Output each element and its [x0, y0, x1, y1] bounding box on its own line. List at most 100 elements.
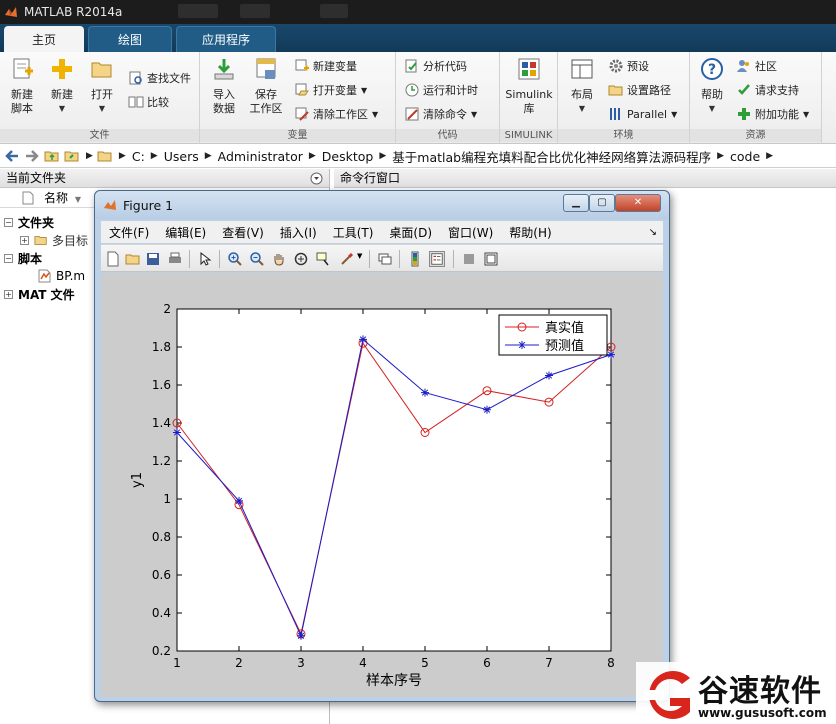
forward-arrow-icon[interactable]	[24, 148, 40, 164]
brand-logo-icon	[644, 671, 690, 719]
help-button[interactable]: ? 帮助 ▼	[694, 56, 730, 116]
preferences-button[interactable]: 预设	[608, 56, 649, 76]
menu-window[interactable]: 窗口(W)	[448, 224, 493, 241]
legend[interactable]: 真实值预测值	[498, 314, 608, 356]
dropdown-arrow-icon: ▼	[708, 104, 716, 113]
dropdown-arrow-icon[interactable]: ▼	[357, 252, 362, 260]
menu-file[interactable]: 文件(F)	[109, 224, 149, 241]
collapse-icon[interactable]: −	[4, 253, 13, 263]
new-button[interactable]: 新建 ▼	[44, 56, 80, 116]
parallel-button[interactable]: Parallel ▼	[608, 104, 677, 124]
breadcrumb-item[interactable]: Administrator	[218, 149, 303, 164]
close-button[interactable]: ✕	[615, 194, 661, 212]
new-figure-icon[interactable]	[105, 251, 121, 267]
script-item[interactable]: BP.m	[38, 267, 85, 285]
separator-icon: ▶	[86, 151, 93, 161]
button-label: 运行和计时	[423, 84, 478, 97]
expand-icon[interactable]: +	[20, 235, 29, 245]
folder-item[interactable]: + 多目标	[20, 231, 88, 249]
breadcrumb-item[interactable]: 基于matlab编程充填料配合比优化神经网络算法源码程序	[392, 147, 711, 166]
button-label: 导入	[213, 88, 235, 101]
maximize-button[interactable]: ▢	[589, 194, 615, 212]
button-label: 新建	[11, 88, 33, 101]
matlab-logo-icon	[104, 200, 116, 210]
zoom-in-icon[interactable]	[227, 251, 243, 267]
dock-arrow-icon[interactable]: ↘	[649, 227, 657, 238]
breadcrumb-item[interactable]: code	[730, 149, 760, 164]
x-tick-label: 3	[297, 656, 305, 670]
button-label: 查找文件	[147, 72, 191, 85]
tab-apps[interactable]: 应用程序	[176, 26, 276, 52]
line-chart[interactable]: 0.2 0.4 0.6 0.8 1 1.2 1.4 1.6 1.8 2 1 2 3 4 5 6 7 8 样本序号…	[101, 273, 663, 697]
breadcrumb-separator: ▶	[204, 151, 212, 161]
expand-icon[interactable]: +	[4, 289, 13, 299]
x-tick-label: 2	[235, 656, 243, 670]
breadcrumb-item[interactable]: C:	[132, 149, 145, 164]
open-variable-button[interactable]: 打开变量 ▼	[294, 80, 367, 100]
figure-title-bar[interactable]: Figure 1 ▁ ▢ ✕	[95, 191, 669, 219]
hide-plot-tools-icon[interactable]	[461, 251, 477, 267]
open-file-icon[interactable]	[125, 251, 141, 267]
tree-node-folders[interactable]: − 文件夹	[4, 213, 54, 231]
clear-workspace-button[interactable]: 清除工作区 ▼	[294, 104, 378, 124]
tab-label: 主页	[31, 32, 56, 47]
data-cursor-icon[interactable]	[315, 251, 331, 267]
figure-canvas[interactable]: 0.2 0.4 0.6 0.8 1 1.2 1.4 1.6 1.8 2 1 2 3 4 5 6 7 8 样本序号…	[101, 273, 663, 697]
browse-folder-icon[interactable]	[64, 148, 80, 164]
find-files-button[interactable]: 查找文件	[128, 68, 191, 88]
analyze-code-button[interactable]: 分析代码	[404, 56, 467, 76]
run-and-time-button[interactable]: 运行和计时	[404, 80, 478, 100]
new-variable-button[interactable]: 新建变量	[294, 56, 357, 76]
up-folder-icon[interactable]	[44, 148, 60, 164]
menu-help[interactable]: 帮助(H)	[509, 224, 551, 241]
menu-desktop[interactable]: 桌面(D)	[389, 224, 432, 241]
menu-edit[interactable]: 编辑(E)	[165, 224, 206, 241]
print-icon[interactable]	[167, 251, 183, 267]
request-support-button[interactable]: 请求支持	[736, 80, 799, 100]
file-name: BP.m	[56, 269, 86, 283]
brush-icon[interactable]	[339, 251, 355, 267]
tree-node-scripts[interactable]: − 脚本	[4, 249, 42, 267]
folder-name: 多目标	[52, 233, 89, 248]
breadcrumb-item[interactable]: Users	[164, 149, 199, 164]
tab-plots[interactable]: 绘图	[88, 26, 172, 52]
open-variable-icon	[295, 83, 309, 96]
colorbar-icon[interactable]	[407, 251, 423, 267]
menu-view[interactable]: 查看(V)	[222, 224, 264, 241]
menu-insert[interactable]: 插入(I)	[280, 224, 317, 241]
button-label: 布局	[571, 88, 593, 101]
pointer-arrow-icon[interactable]	[197, 251, 213, 267]
clear-commands-button[interactable]: 清除命令 ▼	[404, 104, 477, 124]
addons-button[interactable]: 附加功能 ▼	[736, 104, 809, 124]
button-label: 请求支持	[755, 84, 799, 97]
simulink-library-button[interactable]: Simulink 库	[504, 56, 554, 116]
minimize-button[interactable]: ▁	[563, 194, 589, 212]
new-script-button[interactable]: 新建 脚本	[4, 56, 40, 116]
panel-menu-icon[interactable]	[310, 172, 323, 185]
pan-hand-icon[interactable]	[271, 251, 287, 267]
compare-button[interactable]: 比较	[128, 92, 169, 112]
simulink-group: Simulink 库 SIMULINK	[500, 52, 558, 144]
save-icon[interactable]	[145, 251, 161, 267]
set-path-button[interactable]: 设置路径	[608, 80, 671, 100]
button-label: 清除命令	[423, 108, 467, 121]
save-workspace-button[interactable]: 保存 工作区	[246, 56, 286, 116]
menu-tools[interactable]: 工具(T)	[333, 224, 374, 241]
zoom-out-icon[interactable]	[249, 251, 265, 267]
layout-button[interactable]: 布局 ▼	[564, 56, 600, 116]
show-plot-tools-icon[interactable]	[483, 251, 499, 267]
back-arrow-icon[interactable]	[4, 148, 20, 164]
community-button[interactable]: 社区	[736, 56, 777, 76]
link-plot-icon[interactable]	[377, 251, 393, 267]
layout-icon	[571, 59, 593, 79]
breadcrumb-item[interactable]: Desktop	[322, 149, 374, 164]
open-button[interactable]: 打开 ▼	[84, 56, 120, 116]
tree-node-mat-files[interactable]: + MAT 文件	[4, 285, 75, 303]
group-label: 资源	[690, 129, 821, 142]
legend-icon[interactable]	[429, 251, 445, 267]
dropdown-arrow-icon: ▼	[578, 104, 586, 113]
rotate-3d-icon[interactable]	[293, 251, 309, 267]
collapse-icon[interactable]: −	[4, 217, 13, 227]
import-data-button[interactable]: 导入 数据	[206, 56, 242, 116]
tab-home[interactable]: 主页	[4, 26, 84, 52]
